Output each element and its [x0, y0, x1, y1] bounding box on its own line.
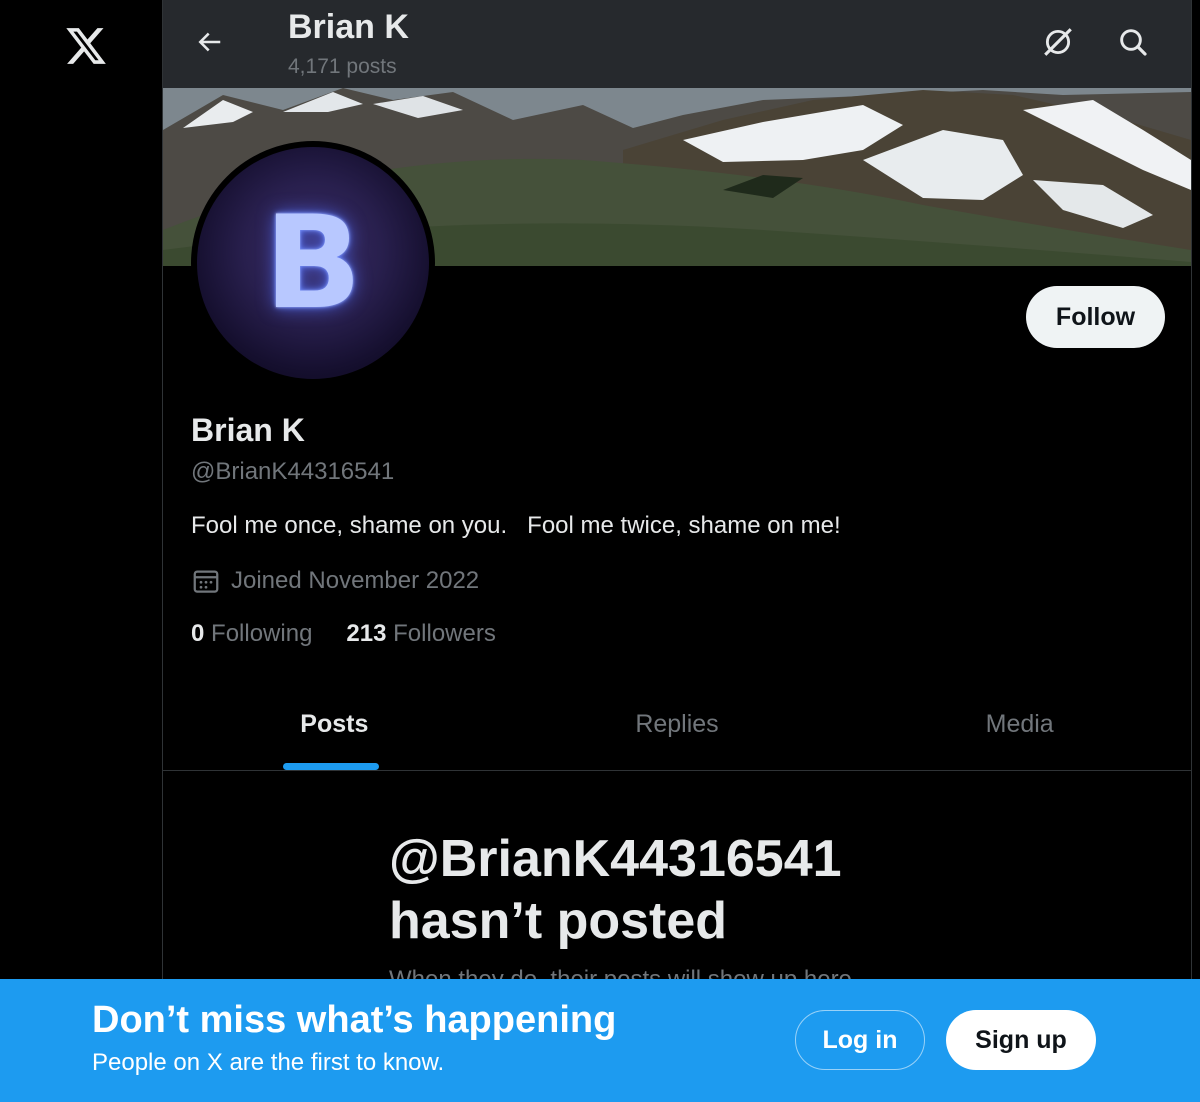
- back-button[interactable]: [187, 20, 231, 64]
- arrow-left-icon: [198, 32, 221, 52]
- signup-button[interactable]: Sign up: [946, 1010, 1096, 1070]
- left-rail: [0, 0, 163, 1102]
- profile-tabs: Posts Replies Media: [163, 680, 1191, 771]
- header-profile-name: Brian K: [288, 8, 409, 46]
- profile-bio: Fool me once, shame on you. Fool me twic…: [191, 512, 841, 539]
- profile-name: Brian K: [191, 412, 305, 448]
- search-button[interactable]: [1111, 20, 1155, 64]
- avatar-image: B: [197, 147, 429, 379]
- grok-button[interactable]: [1036, 20, 1080, 64]
- tab-posts[interactable]: Posts: [163, 680, 506, 770]
- following-count: 0: [191, 620, 205, 647]
- grok-icon: [1044, 28, 1072, 56]
- joined-text: Joined November 2022: [231, 567, 480, 594]
- tab-media[interactable]: Media: [848, 680, 1191, 770]
- signup-prompt-title: Don’t miss what’s happening: [92, 999, 617, 1041]
- empty-state-title: @BrianK44316541 hasn’t posted: [389, 828, 1089, 952]
- signup-prompt-subtitle: People on X are the first to know.: [92, 1049, 445, 1076]
- followers-label: Followers: [393, 620, 496, 647]
- signup-prompt-bar: Don’t miss what’s happening People on X …: [0, 979, 1200, 1102]
- followers-count: 213: [346, 620, 387, 647]
- following-label: Following: [211, 620, 313, 647]
- empty-state-title-line1: @BrianK44316541: [389, 830, 842, 888]
- profile-header-bar: Brian K 4,171 posts: [163, 0, 1191, 88]
- followers-link[interactable]: 213 Followers: [346, 620, 495, 648]
- empty-state-title-line2: hasn’t posted: [389, 892, 728, 950]
- active-tab-indicator: [283, 763, 379, 770]
- profile-stats: 0 Following 213 Followers: [191, 620, 530, 648]
- profile-column: Brian K 4,171 posts B Follow Brian K @Br…: [163, 0, 1191, 1102]
- header-post-count: 4,171 posts: [288, 55, 397, 78]
- avatar-letter: B: [264, 188, 362, 338]
- x-logo-icon[interactable]: [64, 24, 108, 68]
- profile-joined-date: Joined November 2022: [191, 566, 479, 596]
- following-link[interactable]: 0 Following: [191, 620, 312, 648]
- tab-replies[interactable]: Replies: [506, 680, 849, 770]
- avatar[interactable]: B: [191, 141, 435, 385]
- search-icon: [1120, 29, 1147, 56]
- login-button[interactable]: Log in: [795, 1010, 925, 1070]
- profile-handle: @BrianK44316541: [191, 458, 395, 485]
- follow-button[interactable]: Follow: [1026, 286, 1165, 348]
- calendar-icon: [193, 570, 219, 593]
- divider-right: [1191, 0, 1192, 1102]
